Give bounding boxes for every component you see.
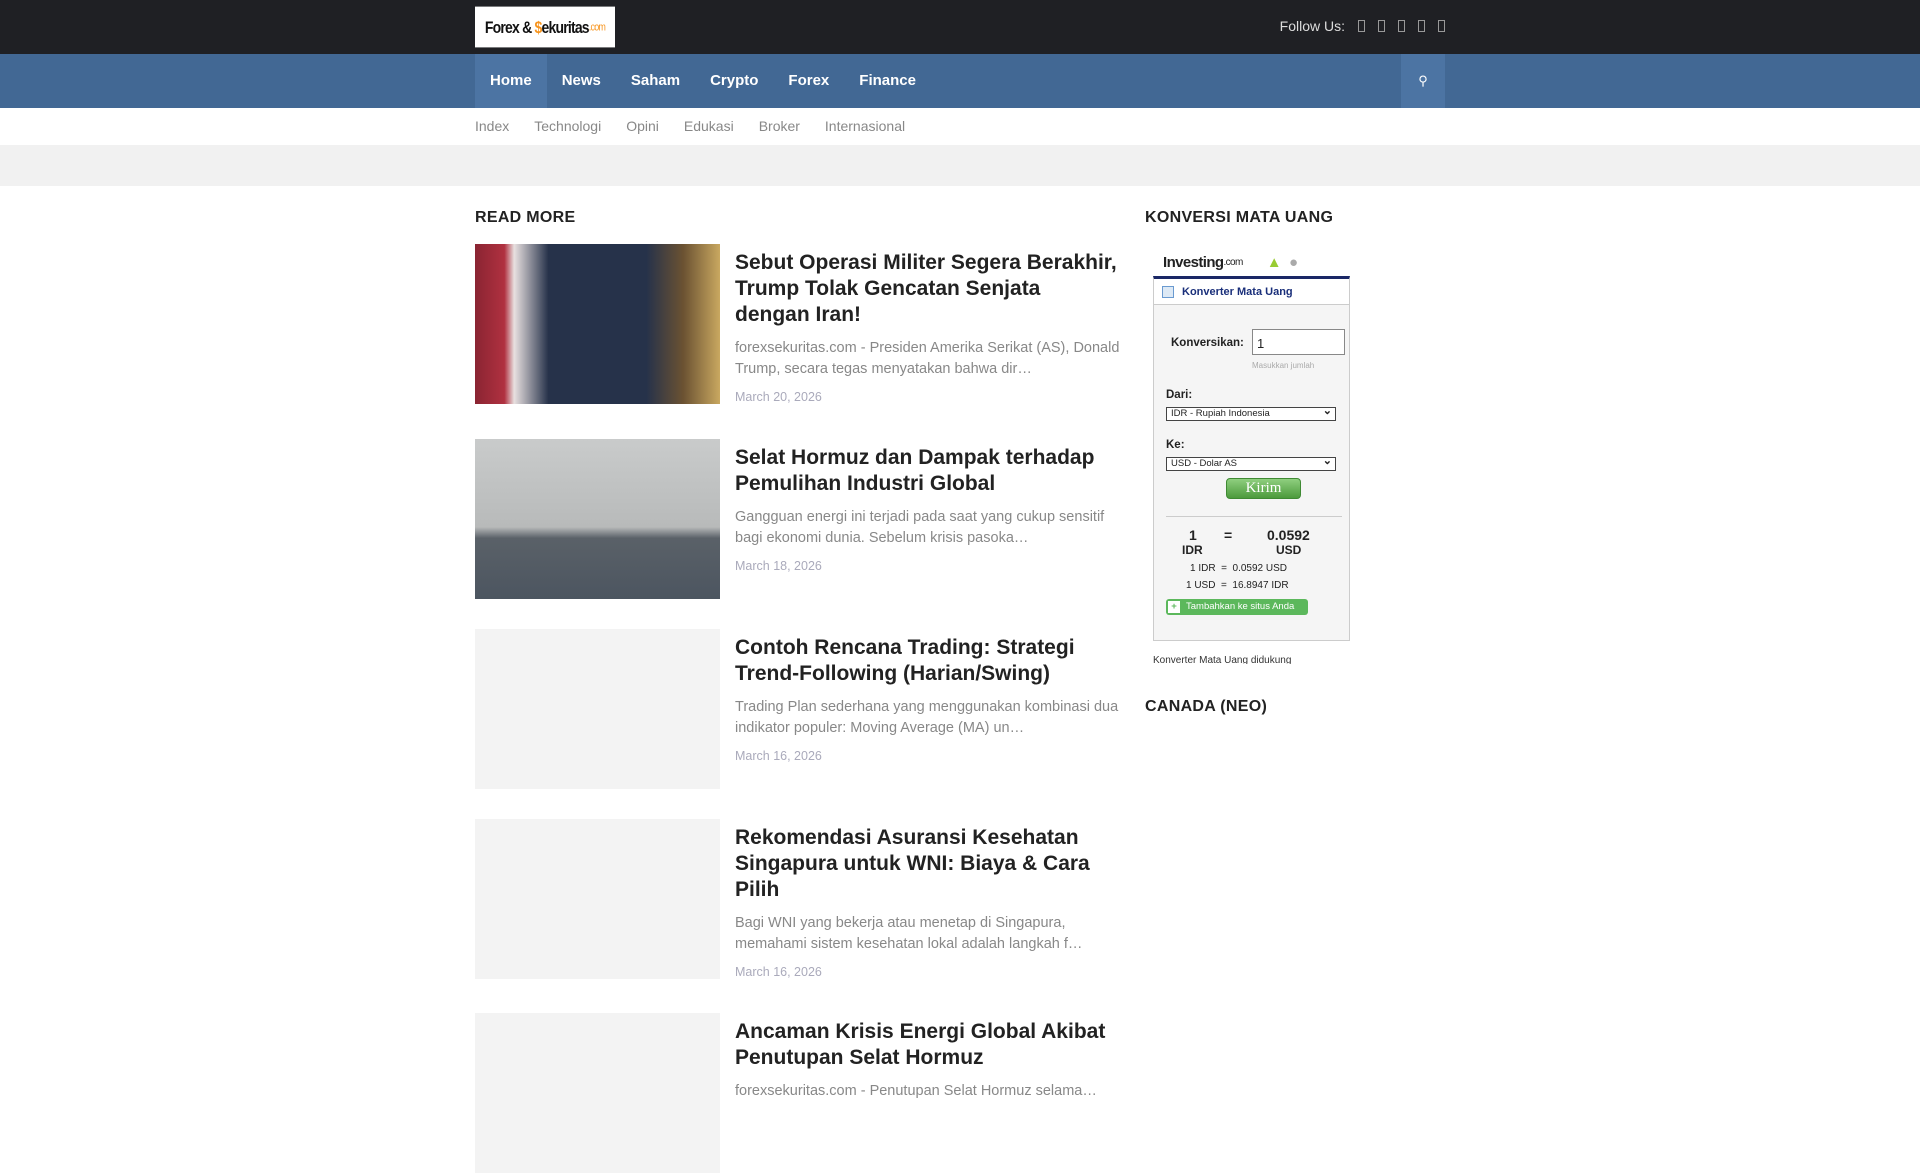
article-excerpt: Trading Plan sederhana yang menggunakan …	[735, 699, 1119, 736]
article-excerpt: Gangguan energi ini terjadi pada saat ya…	[735, 509, 1105, 546]
android-icon[interactable]: ▲	[1267, 254, 1282, 271]
widget-footer: Konverter Mata Uang didukung	[1153, 655, 1292, 664]
add-to-site-label: Tambahkan ke situs Anda	[1186, 601, 1295, 612]
rate-idr-usd: 1 IDR = 0.0592 USD	[1190, 563, 1287, 574]
main-nav: Home News Saham Crypto Forex Finance ⚲	[0, 54, 1920, 108]
amount-hint: Masukkan jumlah	[1252, 361, 1315, 370]
article-excerpt: forexsekuritas.com - Presiden Amerika Se…	[735, 340, 1120, 377]
nav-saham[interactable]: Saham	[616, 54, 695, 108]
subnav-broker[interactable]: Broker	[759, 108, 800, 145]
social-links: Follow Us:	[1280, 18, 1445, 34]
widget-title: Konverter Mata Uang	[1182, 285, 1293, 298]
twitter-icon[interactable]	[1378, 20, 1385, 32]
article-excerpt: forexsekuritas.com - Penutupan Selat Hor…	[735, 1083, 1097, 1099]
result-right-amount: 0.0592	[1267, 527, 1310, 543]
nav-finance[interactable]: Finance	[844, 54, 931, 108]
article-title[interactable]: Selat Hormuz dan Dampak terhadap Pemulih…	[735, 445, 1120, 497]
add-to-site-button[interactable]: + Tambahkan ke situs Anda	[1166, 599, 1308, 615]
from-currency-select[interactable]: IDR - Rupiah Indonesia	[1166, 405, 1336, 421]
search-button[interactable]: ⚲	[1401, 54, 1445, 108]
article-thumbnail[interactable]	[475, 439, 720, 599]
to-label: Ke:	[1166, 439, 1185, 451]
rate-usd-idr: 1 USD = 16.8947 IDR	[1186, 580, 1289, 591]
top-bar: Forex & $ ekuritas .com Follow Us:	[0, 0, 1920, 54]
result-right-currency: USD	[1276, 543, 1302, 557]
amount-input[interactable]: 1	[1252, 329, 1345, 355]
submit-button[interactable]: Kirim	[1226, 478, 1301, 499]
subnav-technologi[interactable]: Technologi	[534, 108, 601, 145]
follow-label: Follow Us:	[1279, 18, 1345, 34]
from-label: Dari:	[1166, 389, 1193, 401]
plus-icon: +	[1168, 601, 1180, 613]
facebook-icon[interactable]	[1358, 20, 1365, 32]
investing-logo[interactable]: Investing .com ▲ ●	[1153, 248, 1350, 276]
apple-icon[interactable]: ●	[1289, 254, 1298, 271]
article-title[interactable]: Rekomendasi Asuransi Kesehatan Singapura…	[735, 825, 1120, 903]
sidebar-heading-converter: KONVERSI MATA UANG	[1145, 209, 1334, 226]
currency-converter-widget: Investing .com ▲ ● Konverter Mata Uang Kon…	[1153, 248, 1350, 664]
nav-home[interactable]: Home	[475, 54, 547, 108]
article-thumbnail[interactable]	[475, 629, 720, 789]
article-excerpt: Bagi WNI yang bekerja atau menetap di Si…	[735, 915, 1083, 952]
article-title[interactable]: Ancaman Krisis Energi Global Akibat Penu…	[735, 1019, 1120, 1071]
read-more-heading: READ MORE	[475, 209, 576, 226]
subnav-opini[interactable]: Opini	[626, 108, 659, 145]
convert-label: Konversikan:	[1171, 337, 1244, 349]
instagram-icon[interactable]	[1398, 20, 1405, 32]
subnav-index[interactable]: Index	[475, 108, 509, 145]
rss-icon[interactable]	[1438, 20, 1445, 32]
result-equals: =	[1224, 527, 1233, 543]
article-date: March 18, 2026	[735, 559, 822, 573]
result-left-currency: IDR	[1182, 543, 1203, 557]
article-title[interactable]: Sebut Operasi Militer Segera Berakhir, T…	[735, 250, 1120, 328]
result-left-amount: 1	[1189, 527, 1197, 543]
divider	[1166, 516, 1342, 517]
search-icon: ⚲	[1418, 73, 1428, 88]
nav-news[interactable]: News	[547, 54, 616, 108]
article-title[interactable]: Contoh Rencana Trading: Strategi Trend-F…	[735, 635, 1120, 687]
site-logo[interactable]: Forex & $ ekuritas .com	[475, 6, 615, 48]
nav-crypto[interactable]: Crypto	[695, 54, 773, 108]
subnav-edukasi[interactable]: Edukasi	[684, 108, 734, 145]
article-date: March 20, 2026	[735, 390, 822, 404]
article-date: March 16, 2026	[735, 749, 822, 763]
youtube-icon[interactable]	[1418, 20, 1425, 32]
article-thumbnail[interactable]	[475, 1013, 720, 1173]
article-date: March 16, 2026	[735, 965, 822, 979]
ad-band	[0, 145, 1920, 186]
calendar-icon	[1162, 285, 1174, 298]
sidebar-heading-canada: CANADA (NEO)	[1145, 698, 1268, 715]
subnav-internasional[interactable]: Internasional	[825, 108, 905, 145]
article-thumbnail[interactable]	[475, 819, 720, 979]
article-thumbnail[interactable]	[475, 244, 720, 404]
nav-forex[interactable]: Forex	[773, 54, 844, 108]
to-currency-select[interactable]: USD - Dolar AS	[1166, 455, 1336, 471]
sub-nav: Index Technologi Opini Edukasi Broker In…	[0, 108, 1920, 145]
